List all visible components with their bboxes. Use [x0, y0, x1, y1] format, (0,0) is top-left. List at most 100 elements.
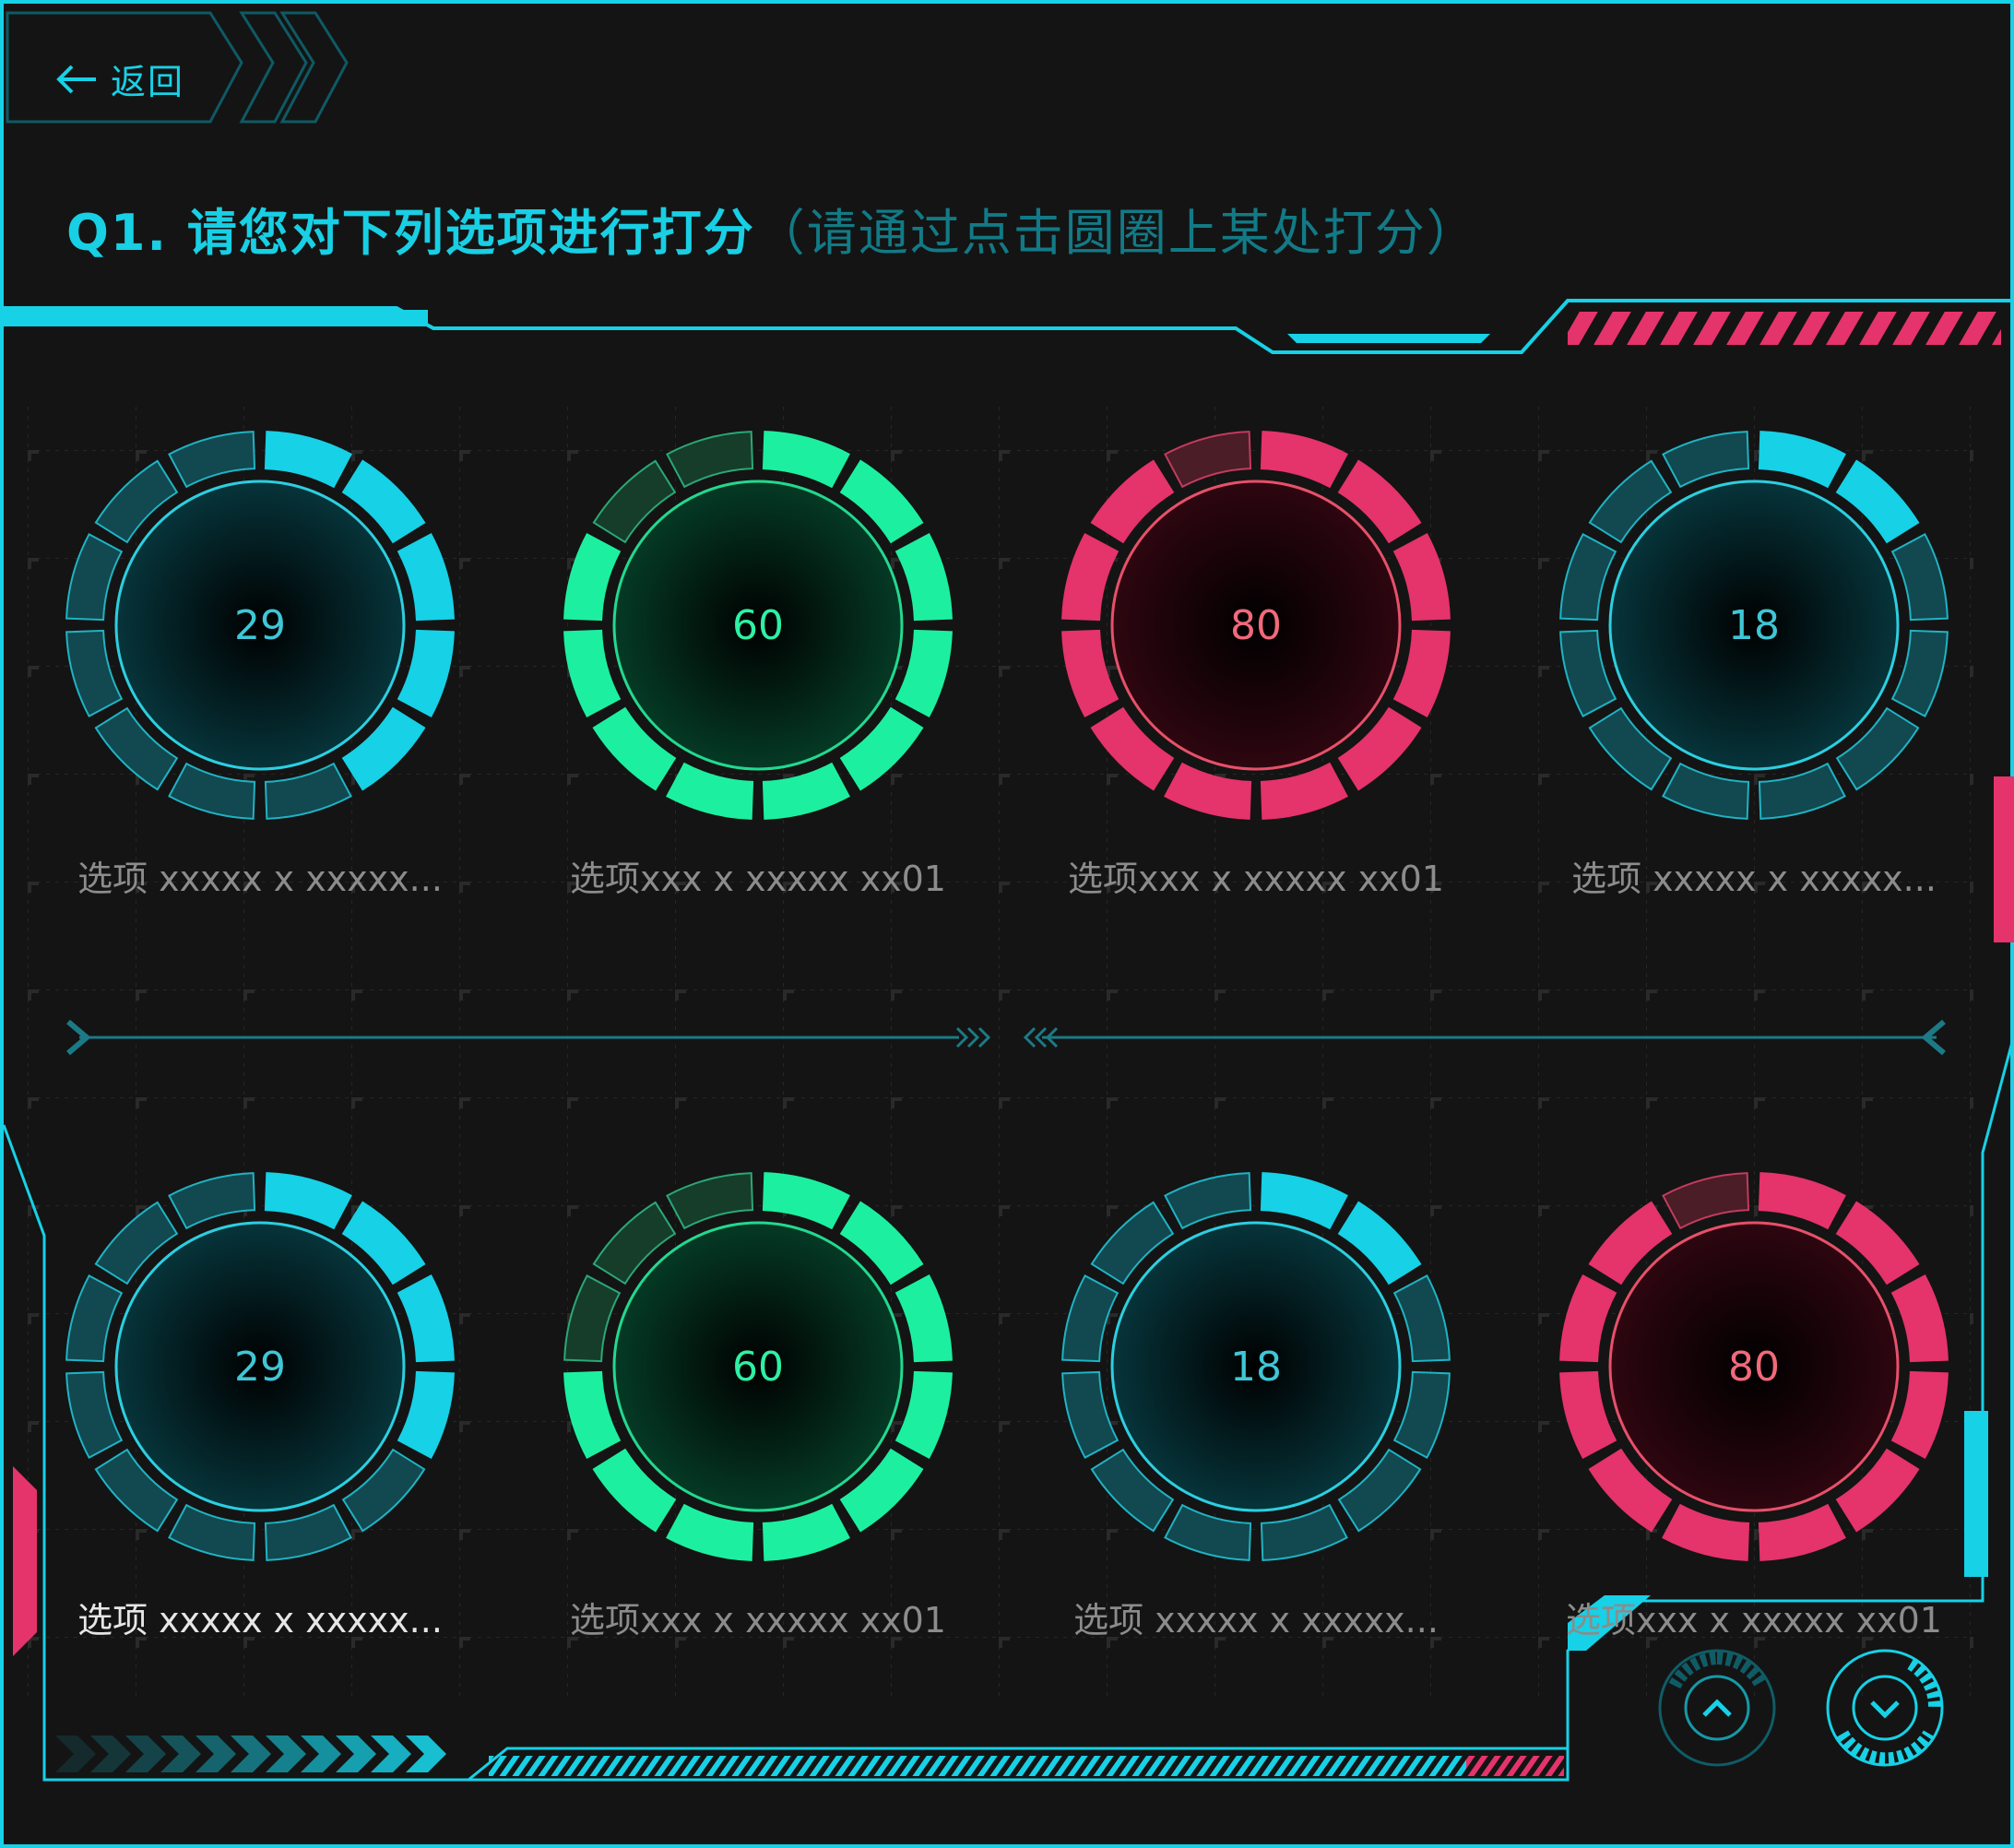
- rating-ring[interactable]: [557, 424, 959, 826]
- rating-segment[interactable]: [1662, 1172, 1750, 1230]
- option-label: 选项xxx x xxxxx xx01: [1068, 859, 1444, 899]
- rating-segment[interactable]: [666, 762, 754, 820]
- rating-segment[interactable]: [65, 533, 124, 622]
- rating-segment[interactable]: [397, 533, 455, 622]
- rating-segment[interactable]: [1260, 431, 1348, 489]
- rating-segment[interactable]: [1164, 762, 1252, 820]
- rating-segment[interactable]: [65, 1370, 124, 1459]
- rating-segment[interactable]: [1061, 1370, 1120, 1459]
- scroll-down-button[interactable]: [1822, 1645, 1948, 1771]
- rating-segment[interactable]: [168, 1503, 256, 1561]
- rating-card[interactable]: 29 选项 xxxxx x xxxxx...: [48, 1166, 472, 1664]
- rating-ring[interactable]: [1553, 1166, 1955, 1568]
- rating-segment[interactable]: [894, 629, 953, 717]
- question-text: Q1. 请您对下列选项进行打分: [66, 204, 755, 262]
- rating-segment[interactable]: [264, 1503, 352, 1561]
- rating-segment[interactable]: [1758, 1172, 1846, 1230]
- rating-segment[interactable]: [1392, 533, 1451, 622]
- rating-segment[interactable]: [1260, 762, 1348, 820]
- rating-segment[interactable]: [264, 431, 352, 489]
- rating-segment[interactable]: [1164, 1503, 1252, 1561]
- rating-segment[interactable]: [1890, 1370, 1949, 1459]
- rating-segment[interactable]: [563, 1370, 622, 1459]
- rating-segment[interactable]: [397, 629, 455, 717]
- rating-ring[interactable]: [59, 424, 461, 826]
- rating-core: [1110, 1221, 1402, 1512]
- rating-core: [114, 480, 406, 771]
- rating-segment[interactable]: [1559, 533, 1617, 622]
- question-hint: （请通过点击圆圈上某处打分）: [754, 204, 1478, 262]
- rating-core: [114, 1221, 406, 1512]
- rating-segment[interactable]: [1392, 629, 1451, 717]
- rating-segment[interactable]: [1662, 431, 1750, 489]
- rating-ring[interactable]: [1055, 424, 1457, 826]
- rating-ring[interactable]: [557, 1166, 959, 1568]
- rating-segment[interactable]: [1392, 1370, 1451, 1459]
- option-label: 选项xxx x xxxxx xx01: [1566, 1600, 1942, 1641]
- rating-segment[interactable]: [65, 1274, 124, 1363]
- rating-segment[interactable]: [1662, 762, 1750, 820]
- rating-segment[interactable]: [168, 431, 256, 489]
- option-label: 选项xxx x xxxxx xx01: [570, 1600, 946, 1641]
- rating-segment[interactable]: [1164, 431, 1252, 489]
- option-label: 选项 xxxxx x xxxxx...: [1571, 859, 1937, 899]
- rating-segment[interactable]: [563, 1274, 622, 1363]
- rating-segment[interactable]: [1890, 533, 1949, 622]
- rating-segment[interactable]: [894, 1370, 953, 1459]
- rating-segment[interactable]: [563, 629, 622, 717]
- rating-segment[interactable]: [1559, 629, 1617, 717]
- rating-segment[interactable]: [666, 1503, 754, 1561]
- rating-segment[interactable]: [397, 1274, 455, 1363]
- rating-ring[interactable]: [1055, 1166, 1457, 1568]
- rating-ring[interactable]: [1553, 424, 1955, 826]
- rating-segment[interactable]: [666, 431, 754, 489]
- option-label: 选项 xxxxx x xxxxx...: [77, 1600, 443, 1641]
- rating-segment[interactable]: [168, 1172, 256, 1230]
- rating-card[interactable]: 80 选项xxx x xxxxx xx01: [1542, 1166, 1966, 1664]
- rating-segment[interactable]: [264, 1172, 352, 1230]
- rating-segment[interactable]: [1890, 1274, 1949, 1363]
- rating-segment[interactable]: [264, 762, 352, 820]
- rating-segment[interactable]: [894, 1274, 953, 1363]
- rating-segment[interactable]: [563, 533, 622, 622]
- rating-segment[interactable]: [1758, 762, 1846, 820]
- rating-segment[interactable]: [1559, 1370, 1617, 1459]
- rating-core: [612, 1221, 904, 1512]
- rating-segment[interactable]: [1392, 1274, 1451, 1363]
- rating-card[interactable]: 18 选项 xxxxx x xxxxx...: [1542, 424, 1966, 922]
- rating-card[interactable]: 18 选项 xxxxx x xxxxx...: [1044, 1166, 1468, 1664]
- rating-segment[interactable]: [666, 1172, 754, 1230]
- back-button[interactable]: 返回: [7, 13, 229, 124]
- rating-segment[interactable]: [762, 762, 850, 820]
- arrow-left-icon: [56, 65, 96, 94]
- rating-segment[interactable]: [762, 431, 850, 489]
- rating-core: [1608, 1221, 1900, 1512]
- rating-segment[interactable]: [1890, 629, 1949, 717]
- rating-core: [1110, 480, 1402, 771]
- rating-card[interactable]: 80 选项xxx x xxxxx xx01: [1044, 424, 1468, 922]
- rating-segment[interactable]: [894, 533, 953, 622]
- scroll-up-button[interactable]: [1654, 1645, 1780, 1771]
- rating-segment[interactable]: [1662, 1503, 1750, 1561]
- rating-card[interactable]: 60 选项xxx x xxxxx xx01: [546, 1166, 970, 1664]
- rating-segment[interactable]: [762, 1503, 850, 1561]
- rating-segment[interactable]: [1758, 1503, 1846, 1561]
- rating-card[interactable]: 60 选项xxx x xxxxx xx01: [546, 424, 970, 922]
- rating-segment[interactable]: [168, 762, 256, 820]
- rating-segment[interactable]: [65, 629, 124, 717]
- rating-segment[interactable]: [1260, 1503, 1348, 1561]
- rating-segment[interactable]: [1164, 1172, 1252, 1230]
- rating-segment[interactable]: [1758, 431, 1846, 489]
- rating-segment[interactable]: [1061, 533, 1120, 622]
- rating-card[interactable]: 29 选项 xxxxx x xxxxx...: [48, 424, 472, 922]
- question-title: Q1. 请您对下列选项进行打分（请通过点击圆圈上某处打分）: [66, 192, 1478, 266]
- rating-segment[interactable]: [762, 1172, 850, 1230]
- rating-core: [1608, 480, 1900, 771]
- rating-segment[interactable]: [1061, 1274, 1120, 1363]
- rating-core: [612, 480, 904, 771]
- rating-segment[interactable]: [1559, 1274, 1617, 1363]
- rating-segment[interactable]: [1061, 629, 1120, 717]
- rating-ring[interactable]: [59, 1166, 461, 1568]
- rating-segment[interactable]: [397, 1370, 455, 1459]
- rating-segment[interactable]: [1260, 1172, 1348, 1230]
